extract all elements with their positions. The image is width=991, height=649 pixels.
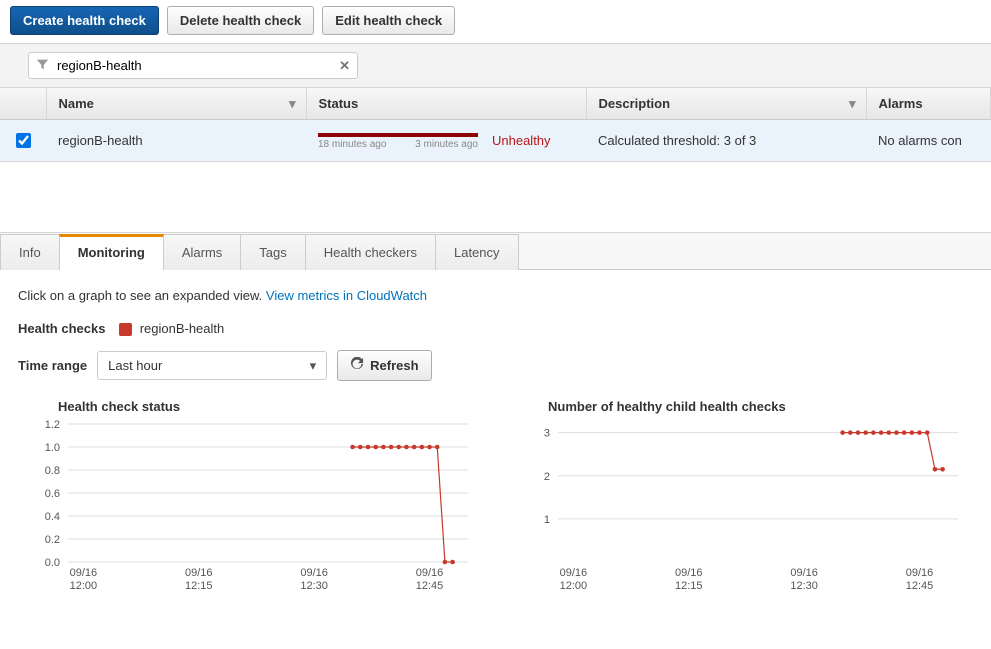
charts-row: Health check status 0.0 0.2 0.4 0.6 0.8 1.0 1.2… [18, 399, 973, 598]
tab-latency[interactable]: Latency [435, 234, 519, 270]
status-sparkline: 18 minutes ago3 minutes ago [318, 131, 478, 151]
col-header-alarms[interactable]: Alarms [866, 88, 991, 120]
filter-icon [36, 58, 49, 74]
col-header-description[interactable]: Description ▾ [586, 88, 866, 120]
view-in-cloudwatch-link[interactable]: View metrics in CloudWatch [266, 288, 427, 303]
svg-text:09/16: 09/16 [560, 567, 588, 579]
detail-panel: InfoMonitoringAlarmsTagsHealth checkersL… [0, 232, 991, 628]
col-header-description-label: Description [599, 96, 671, 111]
svg-text:12:00: 12:00 [70, 580, 98, 592]
row-name: regionB-health [46, 120, 306, 162]
chevron-down-icon: ▾ [310, 358, 317, 374]
svg-text:12:45: 12:45 [906, 580, 934, 592]
chart-block: Number of healthy child health checks 1 2 3… [508, 399, 968, 598]
chart-block: Health check status 0.0 0.2 0.4 0.6 0.8 1.0 1.2… [18, 399, 478, 598]
svg-text:0.8: 0.8 [45, 465, 60, 477]
time-range-controls: Time range Last hour ▾ Refresh [18, 350, 973, 381]
row-alarms: No alarms con [866, 120, 991, 162]
legend-item: regionB-health [140, 321, 225, 336]
tab-body-monitoring: Click on a graph to see an expanded view… [0, 270, 991, 628]
svg-text:09/16: 09/16 [300, 567, 328, 579]
svg-text:3: 3 [544, 428, 550, 440]
monitoring-hint-text: Click on a graph to see an expanded view… [18, 288, 262, 303]
svg-text:09/16: 09/16 [675, 567, 703, 579]
tab-health-checkers[interactable]: Health checkers [305, 234, 436, 270]
filter-bar: ✕ [0, 43, 991, 88]
filter-input[interactable] [28, 52, 358, 79]
chart[interactable]: 12309/1612:0009/1612:1509/1612:3009/1612… [508, 418, 968, 598]
svg-text:09/16: 09/16 [70, 567, 98, 579]
svg-text:09/16: 09/16 [185, 567, 213, 579]
clear-filter-icon[interactable]: ✕ [339, 58, 350, 74]
svg-text:0.4: 0.4 [45, 511, 60, 523]
delete-health-check-button[interactable]: Delete health check [167, 6, 314, 35]
col-header-name[interactable]: Name ▾ [46, 88, 306, 120]
monitoring-hint: Click on a graph to see an expanded view… [18, 288, 973, 303]
svg-text:0.2: 0.2 [45, 534, 60, 546]
svg-text:1.2: 1.2 [45, 419, 60, 431]
col-header-name-label: Name [59, 96, 94, 111]
svg-text:12:15: 12:15 [185, 580, 213, 592]
sort-caret-icon[interactable]: ▾ [849, 96, 856, 112]
create-health-check-button[interactable]: Create health check [10, 6, 159, 35]
svg-text:0.0: 0.0 [45, 557, 60, 569]
svg-text:1.0: 1.0 [45, 442, 60, 454]
svg-text:1: 1 [544, 514, 550, 526]
legend-label: Health checks [18, 321, 105, 336]
svg-text:12:00: 12:00 [560, 580, 588, 592]
tab-info[interactable]: Info [0, 234, 60, 270]
chart-title: Number of healthy child health checks [548, 399, 968, 414]
svg-text:09/16: 09/16 [906, 567, 934, 579]
svg-text:12:15: 12:15 [675, 580, 703, 592]
svg-text:09/16: 09/16 [416, 567, 444, 579]
chart[interactable]: 0.00.20.40.60.81.01.209/1612:0009/1612:1… [18, 418, 478, 598]
refresh-button[interactable]: Refresh [337, 350, 431, 381]
row-checkbox[interactable] [16, 133, 31, 148]
refresh-label: Refresh [370, 358, 418, 373]
tab-tags[interactable]: Tags [240, 234, 305, 270]
svg-text:12:45: 12:45 [416, 580, 444, 592]
svg-text:0.6: 0.6 [45, 488, 60, 500]
col-header-status-label: Status [319, 96, 359, 111]
legend-swatch-icon [119, 323, 132, 336]
svg-text:12:30: 12:30 [300, 580, 328, 592]
action-toolbar: Create health check Delete health check … [0, 0, 991, 43]
svg-text:12:30: 12:30 [790, 580, 818, 592]
timerange-select[interactable]: Last hour ▾ [97, 351, 327, 380]
health-checks-table: Name ▾ Status Description ▾ Alarms regio… [0, 88, 991, 162]
sort-caret-icon[interactable]: ▾ [289, 96, 296, 112]
timerange-value: Last hour [108, 358, 162, 373]
status-text: Unhealthy [492, 133, 551, 148]
edit-health-check-button[interactable]: Edit health check [322, 6, 455, 35]
svg-text:09/16: 09/16 [790, 567, 818, 579]
refresh-icon [350, 357, 364, 374]
table-row[interactable]: regionB-health 18 minutes ago3 minutes ag… [0, 120, 991, 162]
timerange-label: Time range [18, 358, 87, 373]
tab-alarms[interactable]: Alarms [163, 234, 241, 270]
tab-monitoring[interactable]: Monitoring [59, 234, 164, 270]
svg-text:2: 2 [544, 471, 550, 483]
legend-row: Health checks regionB-health [18, 321, 973, 336]
col-header-alarms-label: Alarms [879, 96, 923, 111]
col-header-checkbox [0, 88, 46, 120]
chart-title: Health check status [58, 399, 478, 414]
row-description: Calculated threshold: 3 of 3 [586, 120, 866, 162]
filter-input-wrap: ✕ [28, 52, 358, 79]
col-header-status[interactable]: Status [306, 88, 586, 120]
tabs: InfoMonitoringAlarmsTagsHealth checkersL… [0, 233, 991, 270]
